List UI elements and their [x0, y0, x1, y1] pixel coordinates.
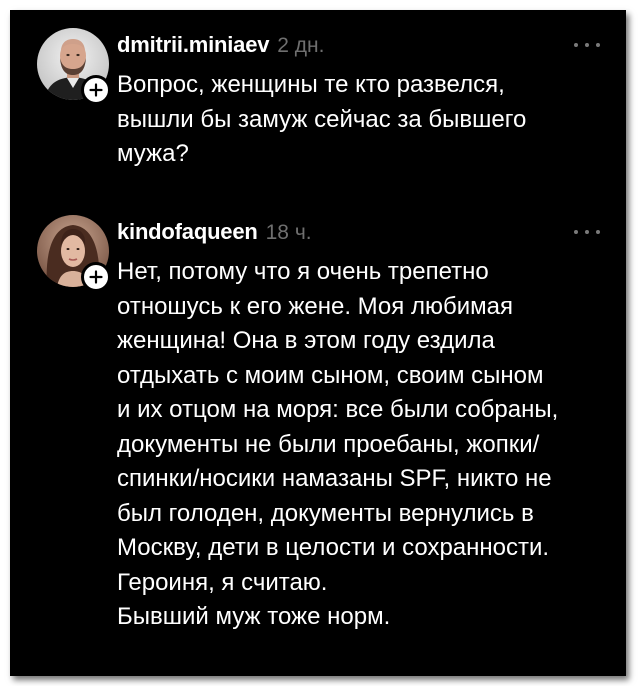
plus-icon	[89, 83, 103, 97]
plus-icon	[89, 270, 103, 284]
timestamp: 2 дн.	[277, 34, 325, 57]
text-line: Героиня, я считаю.	[117, 568, 328, 596]
follow-button[interactable]	[81, 75, 111, 105]
follow-button[interactable]	[81, 262, 111, 292]
more-dots-icon	[596, 43, 600, 47]
post-text: Вопрос, женщины те кто развелся, вышли б…	[117, 68, 612, 172]
username[interactable]: kindofaqueen	[117, 219, 258, 245]
text-line: женщина! Она в этом году ездила	[117, 327, 495, 354]
text-line: спинки/носики намазаны SPF, никто не	[117, 465, 552, 492]
text-line: и их отцом на моря: все были собраны,	[117, 396, 559, 423]
post-header: dmitrii.miniaev 2 дн.	[117, 32, 324, 64]
text-line: документы не были проебаны, жопки/	[117, 430, 540, 458]
text-line: вышли бы замуж сейчас за бывшего	[117, 105, 527, 133]
text-line: Вопрос, женщины те кто развелся,	[117, 71, 505, 98]
more-dots-icon	[585, 230, 589, 234]
more-dots-icon	[585, 43, 589, 47]
avatar-container	[37, 215, 111, 292]
text-line: Нет, потому что я очень трепетно	[117, 258, 489, 285]
post-text: Нет, потому что я очень трепетно отношус…	[117, 255, 612, 635]
post-header: kindofaqueen 18 ч.	[117, 219, 312, 251]
avatar-container	[37, 28, 111, 105]
timestamp: 18 ч.	[265, 221, 312, 244]
thread-screenshot: dmitrii.miniaev 2 дн. Вопрос, женщины те…	[10, 10, 626, 676]
text-line: Москву, дети в целости и сохранности.	[117, 534, 550, 561]
username[interactable]: dmitrii.miniaev	[117, 32, 269, 58]
text-line: был голоден, документы вернулись в	[117, 499, 534, 527]
more-dots-icon	[574, 230, 578, 234]
more-options-button[interactable]	[574, 225, 600, 239]
more-dots-icon	[596, 230, 600, 234]
text-line: отношусь к его жене. Моя любимая	[117, 292, 513, 320]
more-dots-icon	[574, 43, 578, 47]
text-line: отдыхать с моим сыном, своим сыном	[117, 361, 544, 389]
more-options-button[interactable]	[574, 38, 600, 52]
text-line: Бывший муж тоже норм.	[117, 603, 391, 630]
text-line: мужа?	[117, 140, 189, 167]
